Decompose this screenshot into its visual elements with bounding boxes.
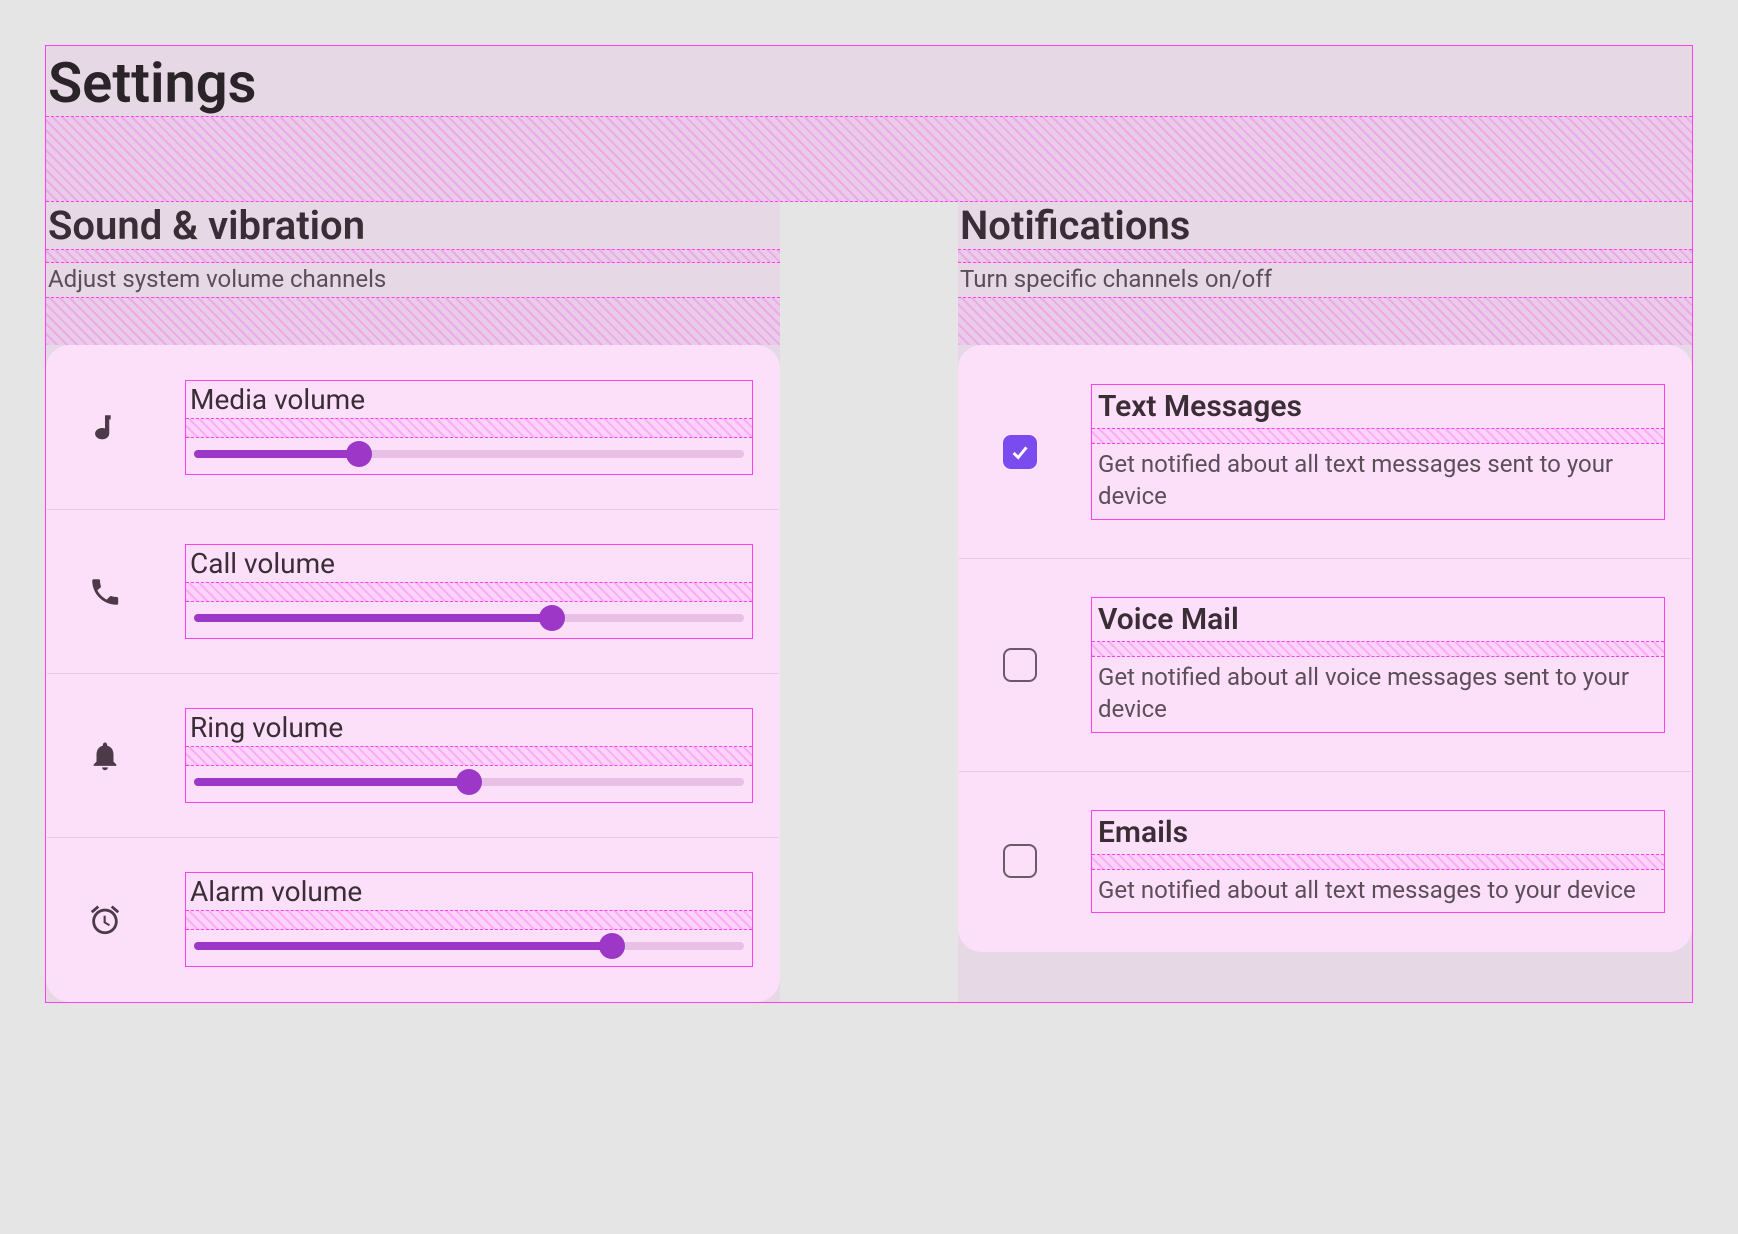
bell-icon — [73, 739, 137, 773]
section-subtitle-notifications: Turn specific channels on/off — [958, 263, 1692, 297]
section-subtitle-sound: Adjust system volume channels — [46, 263, 780, 297]
spacer — [46, 249, 780, 263]
notification-body: Voice Mail Get notified about all voice … — [1091, 597, 1665, 733]
spacer — [46, 116, 1692, 202]
notification-title: Emails — [1092, 811, 1664, 854]
checkbox-voice-mail[interactable] — [1003, 648, 1037, 682]
spacer — [1092, 854, 1664, 870]
phone-icon — [73, 575, 137, 609]
slider-row-ring: Ring volume — [47, 674, 779, 838]
settings-page: Settings Sound & vibration Adjust system… — [45, 45, 1693, 1003]
slider-row-alarm: Alarm volume — [47, 838, 779, 1001]
slider-thumb[interactable] — [346, 441, 372, 467]
column-gap — [780, 202, 958, 1002]
section-title-notifications: Notifications — [958, 202, 1692, 249]
notification-title: Voice Mail — [1092, 598, 1664, 641]
music-note-icon — [73, 411, 137, 445]
notification-row-voice-mail: Voice Mail Get notified about all voice … — [959, 559, 1691, 772]
notification-desc: Get notified about all voice messages se… — [1092, 657, 1664, 732]
notification-body: Text Messages Get notified about all tex… — [1091, 384, 1665, 520]
notification-desc: Get notified about all text messages sen… — [1092, 444, 1664, 519]
spacer — [186, 418, 752, 438]
spacer — [186, 910, 752, 930]
slider-row-media: Media volume — [47, 346, 779, 510]
slider-fill — [194, 778, 469, 786]
ring-volume-slider[interactable] — [194, 772, 744, 792]
notifications-card: Text Messages Get notified about all tex… — [958, 345, 1692, 952]
call-volume-slider[interactable] — [194, 608, 744, 628]
checkbox-text-messages[interactable] — [1003, 435, 1037, 469]
columns: Sound & vibration Adjust system volume c… — [46, 202, 1692, 1002]
checkbox-emails[interactable] — [1003, 844, 1037, 878]
notifications-section: Notifications Turn specific channels on/… — [958, 202, 1692, 1002]
sound-section: Sound & vibration Adjust system volume c… — [46, 202, 780, 1002]
spacer — [46, 297, 780, 345]
slider-fill — [194, 942, 612, 950]
spacer — [186, 582, 752, 602]
slider-body: Alarm volume — [185, 872, 753, 967]
page-title: Settings — [46, 46, 1692, 116]
spacer — [186, 746, 752, 766]
slider-label: Media volume — [186, 381, 752, 418]
alarm-icon — [73, 903, 137, 937]
spacer — [1092, 641, 1664, 657]
sound-card: Media volume — [46, 345, 780, 1002]
notification-desc: Get notified about all text messages to … — [1092, 870, 1664, 912]
spacer — [958, 249, 1692, 263]
slider-body: Call volume — [185, 544, 753, 639]
slider-thumb[interactable] — [456, 769, 482, 795]
slider-label: Ring volume — [186, 709, 752, 746]
slider-label: Alarm volume — [186, 873, 752, 910]
spacer — [958, 297, 1692, 345]
slider-thumb[interactable] — [539, 605, 565, 631]
slider-body: Media volume — [185, 380, 753, 475]
notification-row-text-messages: Text Messages Get notified about all tex… — [959, 346, 1691, 559]
notification-title: Text Messages — [1092, 385, 1664, 428]
notification-row-emails: Emails Get notified about all text messa… — [959, 772, 1691, 951]
section-title-sound: Sound & vibration — [46, 202, 780, 249]
notification-body: Emails Get notified about all text messa… — [1091, 810, 1665, 913]
media-volume-slider[interactable] — [194, 444, 744, 464]
slider-label: Call volume — [186, 545, 752, 582]
slider-fill — [194, 614, 552, 622]
slider-thumb[interactable] — [599, 933, 625, 959]
alarm-volume-slider[interactable] — [194, 936, 744, 956]
slider-row-call: Call volume — [47, 510, 779, 674]
spacer — [1092, 428, 1664, 444]
slider-body: Ring volume — [185, 708, 753, 803]
slider-fill — [194, 450, 359, 458]
